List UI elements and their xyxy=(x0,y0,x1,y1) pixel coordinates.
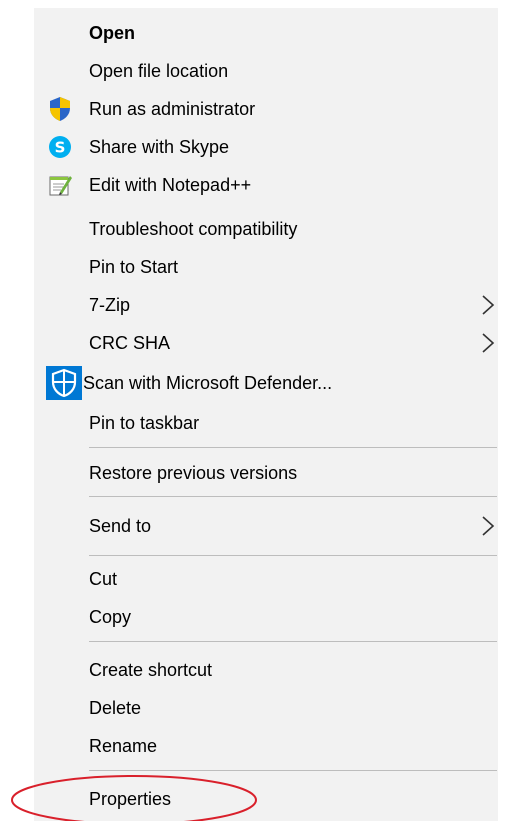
chevron-right-icon xyxy=(480,293,496,317)
menu-item-label: 7-Zip xyxy=(89,295,131,315)
menu-item-scan-with-microsoft-defender[interactable]: Scan with Microsoft Defender... xyxy=(34,364,498,402)
menu-item-crc-sha[interactable]: CRC SHA xyxy=(34,324,498,362)
menu-item-label: Scan with Microsoft Defender... xyxy=(83,373,333,393)
menu-right-margin xyxy=(498,0,506,821)
skype-icon: S xyxy=(46,133,74,161)
menu-item-open-file-location[interactable]: Open file location xyxy=(34,52,498,90)
menu-separator xyxy=(89,641,497,642)
menu-item-label: Open xyxy=(89,23,136,43)
menu-item-rename[interactable]: Rename xyxy=(34,727,498,765)
defender-shield-icon xyxy=(46,366,82,400)
menu-item-label: Cut xyxy=(89,569,118,589)
menu-item-label: Open file location xyxy=(89,61,229,81)
menu-item-label: Copy xyxy=(89,607,132,627)
menu-item-open[interactable]: Open xyxy=(34,14,498,52)
menu-item-copy[interactable]: Copy xyxy=(34,598,498,636)
menu-item-pin-to-taskbar[interactable]: Pin to taskbar xyxy=(34,404,498,442)
svg-text:S: S xyxy=(55,139,66,157)
menu-item-label: Send to xyxy=(89,516,152,536)
menu-item-send-to[interactable]: Send to xyxy=(34,507,498,545)
menu-item-7-zip[interactable]: 7-Zip xyxy=(34,286,498,324)
menu-separator xyxy=(89,447,497,448)
menu-item-pin-to-start[interactable]: Pin to Start xyxy=(34,248,498,286)
menu-item-share-with-skype[interactable]: S Share with Skype xyxy=(34,128,498,166)
menu-item-edit-with-notepadpp[interactable]: Edit with Notepad++ xyxy=(34,166,498,204)
menu-separator xyxy=(89,770,497,771)
menu-item-label: Delete xyxy=(89,698,142,718)
menu-item-label: Pin to taskbar xyxy=(89,413,200,433)
menu-item-label: Share with Skype xyxy=(89,137,230,157)
menu-separator xyxy=(89,555,497,556)
context-menu: Open Open file location Run as administr… xyxy=(0,0,506,821)
menu-item-label: Run as administrator xyxy=(89,99,256,119)
menu-separator xyxy=(89,496,497,497)
notepadpp-icon xyxy=(46,171,74,199)
menu-item-properties[interactable]: Properties xyxy=(34,780,498,818)
menu-item-label: Create shortcut xyxy=(89,660,213,680)
uac-shield-icon xyxy=(46,95,74,123)
menu-item-label: Properties xyxy=(89,789,172,809)
menu-item-label: Edit with Notepad++ xyxy=(89,175,252,195)
menu-item-restore-previous-versions[interactable]: Restore previous versions xyxy=(34,454,498,492)
menu-item-label: CRC SHA xyxy=(89,333,171,353)
menu-item-label: Rename xyxy=(89,736,158,756)
menu-item-run-as-administrator[interactable]: Run as administrator xyxy=(34,90,498,128)
menu-item-delete[interactable]: Delete xyxy=(34,689,498,727)
menu-item-label: Troubleshoot compatibility xyxy=(89,219,298,239)
menu-top-margin xyxy=(0,0,506,8)
chevron-right-icon xyxy=(480,514,496,538)
menu-item-cut[interactable]: Cut xyxy=(34,560,498,598)
menu-item-create-shortcut[interactable]: Create shortcut xyxy=(34,651,498,689)
chevron-right-icon xyxy=(480,331,496,355)
menu-item-label: Restore previous versions xyxy=(89,463,298,483)
menu-left-margin xyxy=(0,0,34,821)
menu-item-troubleshoot-compatibility[interactable]: Troubleshoot compatibility xyxy=(34,210,498,248)
menu-item-label: Pin to Start xyxy=(89,257,179,277)
